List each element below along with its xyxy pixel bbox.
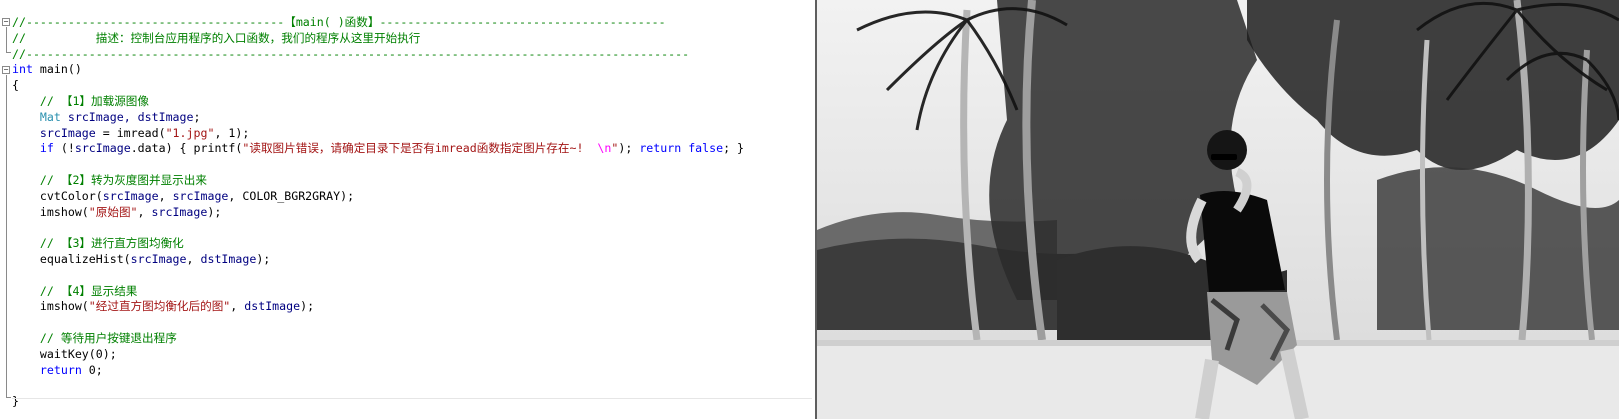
code-token: return false [639,141,724,156]
code-token: "1.jpg" [165,125,215,140]
code-token: srcImage [12,125,96,140]
code-line[interactable]: Mat srcImage, dstImage; [12,110,812,126]
code-line[interactable] [12,315,812,331]
code-token: // 描述：控制台应用程序的入口函数，我们的程序从这里开始执行 [12,30,421,45]
fold-toggle-icon[interactable]: − [2,66,10,74]
fold-guide-line [6,75,7,397]
code-line[interactable]: // 描述：控制台应用程序的入口函数，我们的程序从这里开始执行 [12,31,812,47]
code-token: // 【3】进行直方图均衡化 [12,236,184,251]
editor-gutter: − − [0,0,12,419]
code-token: imshow( [12,204,89,219]
code-line[interactable] [12,157,812,173]
code-line[interactable]: // 等待用户按键退出程序 [12,331,812,347]
code-editor[interactable]: − − //----------------------------------… [0,0,815,419]
code-token: srcImage [172,188,229,203]
code-line[interactable]: return 0; [12,363,812,379]
code-token: ); [618,141,640,156]
code-line[interactable]: { [12,78,812,94]
fold-guide-end [6,52,11,53]
code-line[interactable]: // 【2】转为灰度图并显示出来 [12,173,812,189]
code-token: srcImage, dstImage [60,109,194,124]
code-token: ; } [723,141,745,156]
code-token: main() [32,62,82,77]
code-token: ; [193,109,201,124]
code-line[interactable]: imshow("原始图", srcImage); [12,205,812,221]
code-token: , [186,251,201,266]
code-line[interactable]: if (!srcImage.data) { printf("读取图片错误，请确定… [12,141,812,157]
code-line[interactable] [12,220,812,236]
code-token: equalizeHist( [12,251,131,266]
code-line[interactable]: cvtColor(srcImage, srcImage, COLOR_BGR2G… [12,189,812,205]
code-token: "读取图片错误，请确定目录下是否有imread函数指定图片存在~! [242,141,591,156]
code-line[interactable]: srcImage = imread("1.jpg", 1); [12,126,812,142]
code-token: (! [53,141,75,156]
code-line[interactable]: int main() [12,62,812,78]
equalized-grayscale-photo [817,0,1619,419]
code-line[interactable] [12,378,812,394]
code-token: waitKey(0); [12,346,117,361]
code-token: //-------------------------------------【… [12,15,666,29]
code-token: ); [256,251,271,266]
code-token: // 【4】显示结果 [12,283,138,298]
code-token: { [12,78,19,93]
code-line[interactable]: //-------------------------------------【… [12,15,812,31]
code-token: } [12,394,19,409]
code-token: srcImage [74,141,131,156]
equalized-image-window: grayscale-photo-person-sitting-on-wall-p… [817,0,1619,419]
code-token: if [12,141,54,156]
code-token: // 等待用户按键退出程序 [12,330,177,345]
code-token: \n [590,141,612,156]
fold-toggle-icon[interactable]: − [2,18,10,26]
code-token: return [12,362,82,377]
code-line[interactable]: // 【3】进行直方图均衡化 [12,236,812,252]
code-token: "原始图" [88,204,138,219]
code-line[interactable]: waitKey(0); [12,347,812,363]
code-token: //--------------------------------------… [12,46,690,61]
code-token: , [137,204,152,219]
code-token: dstImage [200,251,257,266]
code-token: srcImage [102,188,159,203]
code-token: = imread( [95,125,166,140]
code-line[interactable]: equalizeHist(srcImage, dstImage); [12,252,812,268]
code-line[interactable]: //--------------------------------------… [12,47,812,63]
code-token: ); [207,204,222,219]
fold-guide-end [6,397,11,398]
code-token: cvtColor( [12,188,103,203]
code-token: imshow( [12,299,89,314]
code-token: srcImage [151,204,208,219]
code-line[interactable]: // 【4】显示结果 [12,284,812,300]
code-token: // 【2】转为灰度图并显示出来 [12,172,207,187]
current-line-highlight [12,398,812,399]
code-line[interactable] [12,268,812,284]
code-line[interactable]: imshow("经过直方图均衡化后的图", dstImage); [12,299,812,315]
code-token: dstImage [244,299,301,314]
code-token: , [158,188,173,203]
code-token: , 1); [214,125,250,140]
code-token: , COLOR_BGR2GRAY); [228,188,355,203]
code-token: .data) { printf( [130,141,243,156]
code-token: srcImage [130,251,187,266]
code-token: ); [300,299,315,314]
code-text-area[interactable]: //-------------------------------------【… [12,15,812,410]
code-token: 0; [81,362,103,377]
code-token: "经过直方图均衡化后的图" [88,299,231,314]
code-token: Mat [12,109,61,124]
code-token: // 【1】加载源图像 [12,93,149,108]
code-line[interactable]: } [12,394,812,410]
code-token: int [12,62,33,77]
code-line[interactable]: // 【1】加载源图像 [12,94,812,110]
fold-guide-line [6,27,7,52]
code-token: , [230,299,245,314]
